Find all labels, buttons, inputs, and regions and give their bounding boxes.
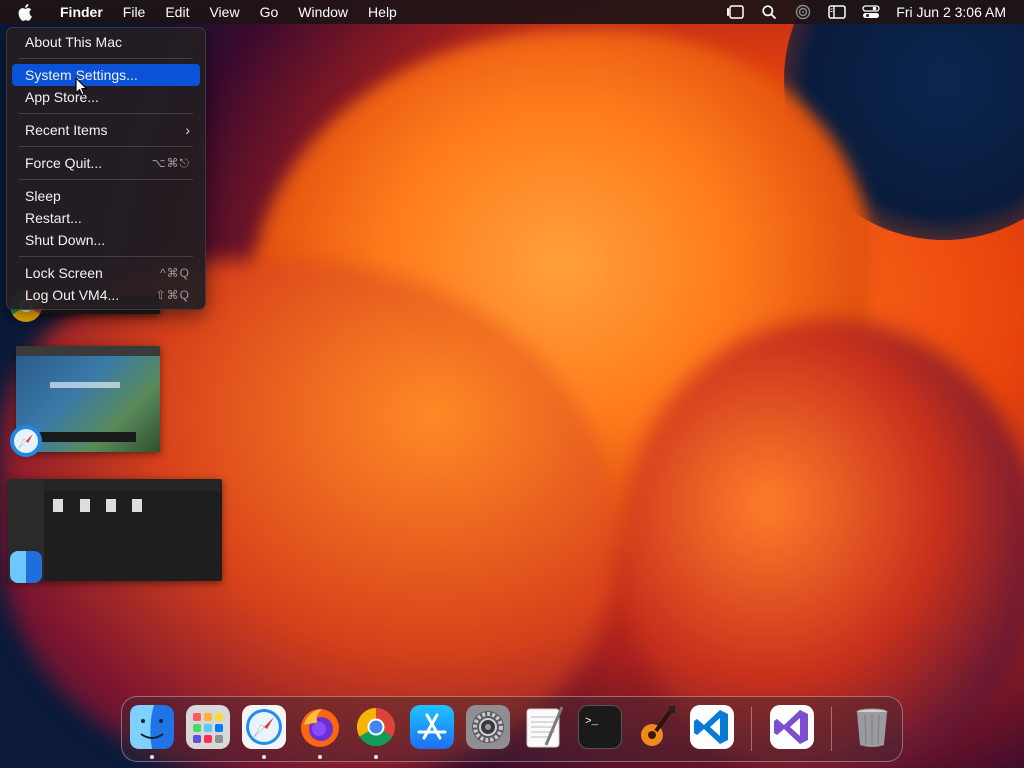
running-indicator [318,755,322,759]
menu-item-label: Force Quit... [25,155,103,171]
apple-menu-dropdown: About This Mac System Settings... App St… [6,27,206,310]
menu-edit[interactable]: Edit [155,0,199,24]
menu-bar: Finder File Edit View Go Window Help Fri… [0,0,1024,24]
dock-separator [831,707,832,751]
control-center-icon[interactable] [860,3,882,21]
dock-google-chrome[interactable] [354,705,398,749]
menu-item-recent-items[interactable]: Recent Items › [12,119,200,141]
screen-mirroring-icon[interactable] [826,3,848,21]
dock-separator [751,707,752,751]
trash-icon [856,708,888,747]
dock-visual-studio-code[interactable] [690,705,734,749]
menu-go[interactable]: Go [250,0,289,24]
firefox-icon [301,709,339,747]
menu-item-shortcut: ⌥⌘⎋ [151,156,190,170]
menu-view[interactable]: View [199,0,249,24]
finder-icon [10,551,42,583]
textedit-icon [526,706,564,748]
dock-terminal[interactable]: >_ [578,705,622,749]
menu-app-name[interactable]: Finder [50,0,113,24]
chevron-right-icon: › [185,122,190,138]
menu-item-label: Recent Items [25,122,108,138]
menu-bar-clock[interactable]: Fri Jun 2 3:06 AM [896,4,1006,20]
menu-item-log-out[interactable]: Log Out VM4... ⇧⌘Q [12,284,200,306]
running-indicator [374,755,378,759]
menu-separator [19,58,193,59]
finder-icon [130,705,174,749]
menu-item-label: Lock Screen [25,265,103,281]
menu-item-label: Restart... [25,210,82,226]
menu-item-app-store[interactable]: App Store... [12,86,200,108]
dock-app-store[interactable] [410,705,454,749]
dock-trash[interactable] [850,705,894,749]
vscode-icon [694,710,728,744]
dock-launchpad[interactable] [186,705,230,749]
stage-manager-icon[interactable] [724,3,746,21]
airdrop-icon[interactable] [792,3,814,21]
gear-icon [472,711,504,743]
dock-system-settings[interactable] [466,705,510,749]
terminal-icon: >_ [585,716,599,728]
menu-separator [19,256,193,257]
menu-item-shortcut: ⇧⌘Q [155,288,190,302]
svg-text:>_: >_ [585,716,599,728]
app-store-icon [417,713,447,740]
mouse-cursor-icon [75,77,88,96]
menu-item-sleep[interactable]: Sleep [12,185,200,207]
dock-visual-studio[interactable] [770,705,814,749]
search-icon[interactable] [758,3,780,21]
menu-item-label: Log Out VM4... [25,287,120,303]
menu-file[interactable]: File [113,0,156,24]
safari-icon [246,709,282,745]
menu-item-shortcut: ^⌘Q [160,266,190,280]
dock-garageband[interactable] [634,705,678,749]
visual-studio-icon [774,710,808,744]
menu-help[interactable]: Help [358,0,407,24]
apple-menu-icon[interactable] [16,2,36,22]
dock-finder[interactable] [130,705,174,749]
dock: >_ [121,696,903,762]
menu-item-lock-screen[interactable]: Lock Screen ^⌘Q [12,262,200,284]
menu-item-shut-down[interactable]: Shut Down... [12,229,200,251]
menu-separator [19,179,193,180]
menu-separator [19,113,193,114]
running-indicator [150,755,154,759]
launchpad-icon [193,713,223,743]
menu-item-label: Shut Down... [25,232,106,248]
menu-item-force-quit[interactable]: Force Quit... ⌥⌘⎋ [12,152,200,174]
running-indicator [262,755,266,759]
dock-safari[interactable] [242,705,286,749]
menu-item-system-settings[interactable]: System Settings... [12,64,200,86]
menu-item-restart[interactable]: Restart... [12,207,200,229]
menu-window[interactable]: Window [288,0,358,24]
safari-icon [10,425,42,457]
menu-item-about-this-mac[interactable]: About This Mac [12,31,200,53]
dock-firefox[interactable] [298,705,342,749]
dock-textedit[interactable] [522,705,566,749]
menu-item-label: Sleep [25,188,61,204]
guitar-icon [641,706,675,746]
menu-separator [19,146,193,147]
menu-item-label: About This Mac [25,34,123,50]
chrome-icon [356,707,395,747]
